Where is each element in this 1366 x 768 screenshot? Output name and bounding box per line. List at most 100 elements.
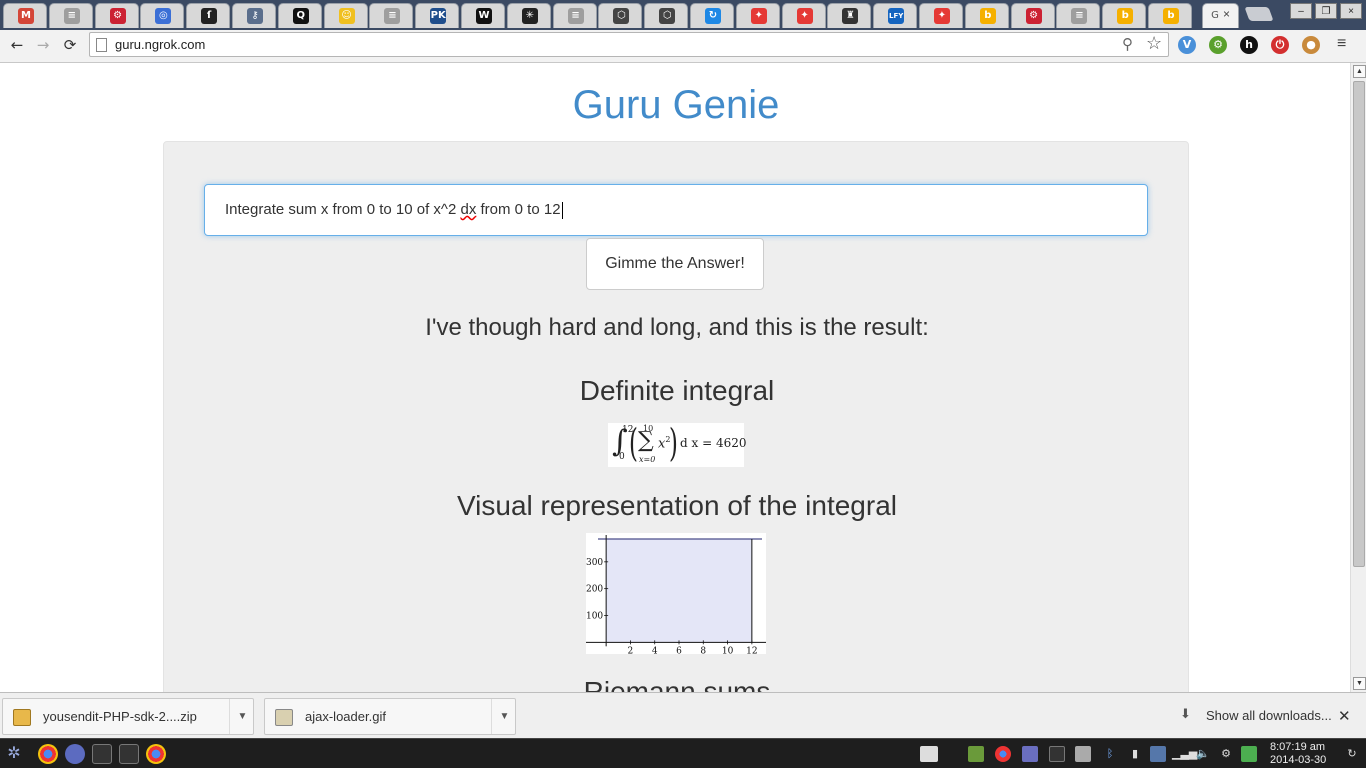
- close-tab-icon[interactable]: ×: [1223, 7, 1230, 21]
- browser-tab[interactable]: Q: [277, 3, 322, 28]
- browser-tab[interactable]: ⚙: [1010, 3, 1055, 28]
- browser-tab[interactable]: ✦: [781, 3, 826, 28]
- browser-tab[interactable]: M: [3, 3, 47, 28]
- chrome-tray-icon[interactable]: [995, 746, 1011, 762]
- browser-tab[interactable]: ≡: [48, 3, 93, 28]
- browser-tab[interactable]: ſ: [186, 3, 231, 28]
- download-item[interactable]: yousendit-PHP-sdk-2....zip ▼: [2, 698, 254, 735]
- volume-icon[interactable]: 🔈: [1195, 746, 1211, 762]
- document-icon: ≡: [567, 8, 584, 24]
- download-filename: yousendit-PHP-sdk-2....zip: [43, 709, 197, 724]
- scroll-down-arrow-icon[interactable]: ▼: [1353, 677, 1366, 690]
- terminal-taskbar-icon[interactable]: [119, 744, 139, 764]
- browser-tab[interactable]: ☺: [323, 3, 368, 28]
- integral-plot-svg: 2 4 6 8 10 12 100 200 300: [586, 535, 766, 656]
- tab-strip: M ≡ ⚙ ◎ ſ ⚷ Q ☺ ≡ PK W ✳ ≡ ⬡ ⬡ ↻ ✦ ✦ ♜ LFY ✦ b ⚙ ≡ b b G × – ❐ ×: [0, 0, 1366, 30]
- chrome-menu-button[interactable]: ≡: [1337, 35, 1346, 53]
- browser-tab[interactable]: ✦: [735, 3, 780, 28]
- battery-icon[interactable]: ▮: [1127, 746, 1143, 762]
- integral-result: d x = 4620: [680, 436, 747, 450]
- asterisk-icon: ✳: [521, 8, 538, 24]
- browser-tab[interactable]: b: [1148, 3, 1192, 28]
- codepen-icon: ⬡: [659, 8, 676, 24]
- browser-tab[interactable]: ◎: [140, 3, 185, 28]
- workspace-icon[interactable]: [920, 746, 938, 762]
- gear-red-icon: ⚙: [1025, 8, 1042, 24]
- active-browser-tab[interactable]: G ×: [1202, 3, 1239, 28]
- browser-tab[interactable]: ⚙: [94, 3, 139, 28]
- power-manager-icon[interactable]: [1241, 746, 1257, 762]
- window-close-button[interactable]: ×: [1340, 3, 1362, 19]
- download-menu-arrow-icon[interactable]: ▼: [491, 699, 517, 734]
- y-tick-label: 200: [586, 585, 603, 595]
- x-tick-label: 12: [746, 646, 757, 654]
- download-menu-arrow-icon[interactable]: ▼: [229, 699, 255, 734]
- scroll-up-arrow-icon[interactable]: ▲: [1353, 65, 1366, 78]
- browser-tab[interactable]: ✳: [506, 3, 551, 28]
- browser-tab[interactable]: W: [461, 3, 505, 28]
- green-gear-extension-icon[interactable]: ⚙: [1209, 36, 1227, 54]
- browser-tab[interactable]: ≡: [1056, 3, 1101, 28]
- forward-button[interactable]: →: [33, 35, 53, 55]
- browser-tab[interactable]: b: [964, 3, 1009, 28]
- vertical-scrollbar[interactable]: ▲ ▼: [1350, 63, 1366, 692]
- terminal-tray-icon[interactable]: [1049, 746, 1065, 762]
- browser-tab[interactable]: ↻: [690, 3, 734, 28]
- power-extension-icon[interactable]: ⏻: [1271, 36, 1289, 54]
- browser-tab[interactable]: ⬡: [598, 3, 643, 28]
- quora-icon: Q: [292, 8, 309, 24]
- download-item[interactable]: ajax-loader.gif ▼: [264, 698, 516, 735]
- image-viewer-tray-icon[interactable]: [968, 746, 984, 762]
- h-extension-icon[interactable]: h: [1240, 36, 1258, 54]
- close-downloads-button[interactable]: ✕: [1338, 707, 1351, 725]
- clock-time: 8:07:19 am: [1270, 741, 1326, 753]
- wikipedia-icon: W: [476, 8, 492, 24]
- query-input[interactable]: Integrate sum x from 0 to 10 of x^2 dx f…: [204, 184, 1148, 236]
- bluetooth-icon[interactable]: ᛒ: [1102, 746, 1118, 762]
- v-extension-icon[interactable]: V: [1178, 36, 1196, 54]
- chrome-taskbar-icon[interactable]: [146, 744, 166, 764]
- start-menu-icon[interactable]: ✲: [4, 744, 24, 764]
- notes-tray-icon[interactable]: [1075, 746, 1091, 762]
- scroll-thumb[interactable]: [1353, 81, 1365, 567]
- window-restore-button[interactable]: ❐: [1315, 3, 1337, 19]
- app-tray-icon[interactable]: [1022, 746, 1038, 762]
- clock[interactable]: 8:07:19 am 2014-03-30: [1270, 741, 1326, 767]
- result-intro: I've though hard and long, and this is t…: [425, 314, 929, 341]
- cookie-extension-icon[interactable]: ●: [1302, 36, 1320, 54]
- url-text[interactable]: guru.ngrok.com: [115, 37, 205, 52]
- browser-tab[interactable]: ✦: [919, 3, 963, 28]
- x-tick-label: 6: [676, 646, 682, 654]
- show-all-downloads-text[interactable]: Show all downloads...: [1206, 708, 1332, 723]
- refresh-icon[interactable]: ↻: [1344, 746, 1360, 762]
- gear-red-icon: ⚙: [109, 8, 126, 24]
- settings-gear-icon[interactable]: ⚙: [1218, 746, 1234, 762]
- back-button[interactable]: ←: [7, 35, 27, 55]
- submit-button[interactable]: Gimme the Answer!: [586, 238, 764, 290]
- browser-tab[interactable]: b: [1102, 3, 1147, 28]
- zoom-icon[interactable]: ⚲: [1122, 35, 1133, 53]
- address-bar[interactable]: guru.ngrok.com ⚲ ☆: [89, 32, 1169, 57]
- eclipse-taskbar-icon[interactable]: [65, 744, 85, 764]
- wifi-signal-icon[interactable]: ▁▃▅: [1172, 746, 1197, 762]
- bookmark-star-icon[interactable]: ☆: [1146, 33, 1162, 54]
- sigma-icon: ∑: [638, 428, 654, 453]
- y-tick-label: 100: [586, 611, 603, 621]
- reload-button[interactable]: ⟳: [60, 35, 80, 55]
- browser-tab[interactable]: ♜: [827, 3, 872, 28]
- browser-tab[interactable]: ⚷: [232, 3, 276, 28]
- browser-tab[interactable]: PK: [415, 3, 460, 28]
- bing-icon: b: [979, 8, 996, 24]
- query-text: Integrate sum x from 0 to 10 of x^2: [225, 201, 461, 218]
- browser-tab[interactable]: ⬡: [644, 3, 689, 28]
- new-tab-button[interactable]: [1244, 7, 1274, 21]
- text-caret: [561, 201, 563, 219]
- browser-tab[interactable]: ≡: [552, 3, 597, 28]
- browser-tab[interactable]: ≡: [369, 3, 414, 28]
- terminal-taskbar-icon[interactable]: [92, 744, 112, 764]
- chrome-taskbar-icon[interactable]: [38, 744, 58, 764]
- window-minimize-button[interactable]: –: [1290, 3, 1312, 19]
- network-manager-icon[interactable]: [1150, 746, 1166, 762]
- download-filename: ajax-loader.gif: [305, 709, 386, 724]
- browser-tab[interactable]: LFY: [873, 3, 918, 28]
